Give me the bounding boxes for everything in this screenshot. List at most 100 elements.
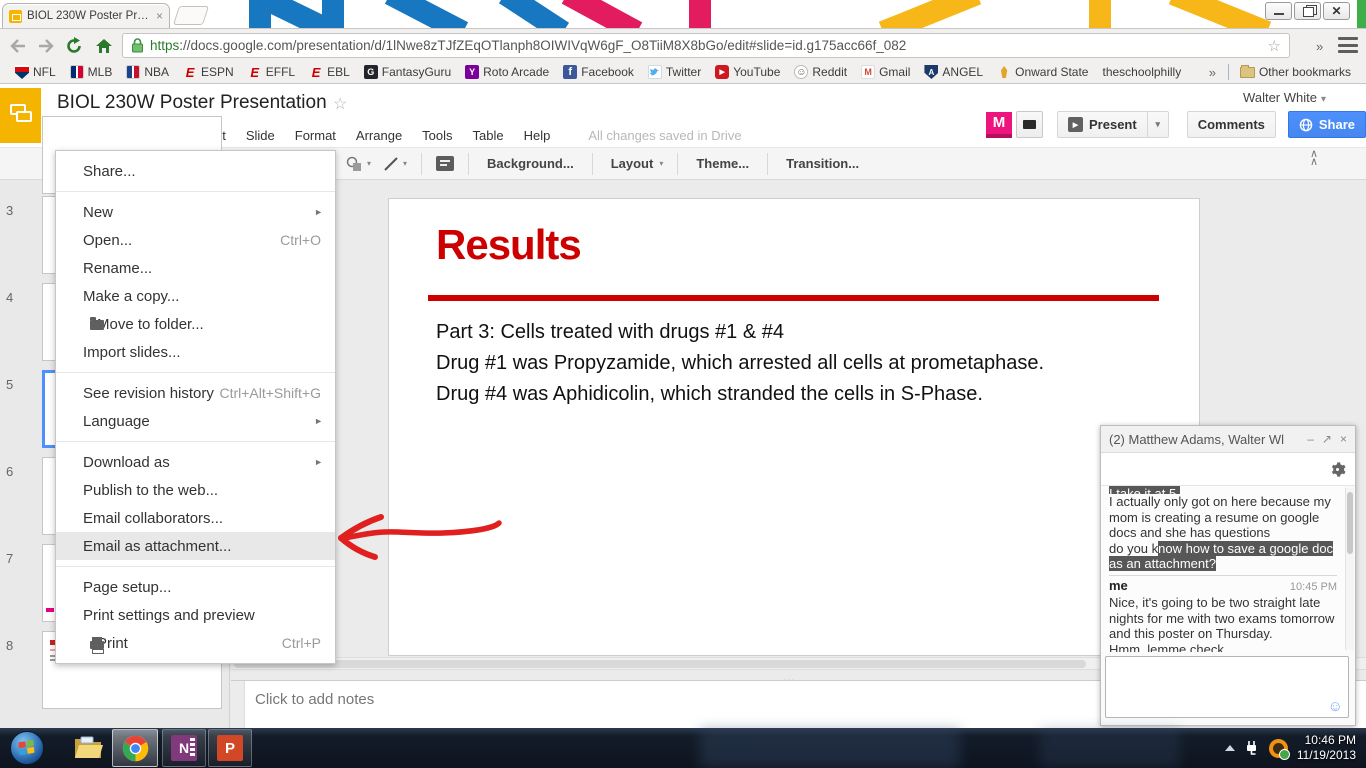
chat-toggle-button[interactable] [1016,111,1043,138]
address-bar[interactable]: https://docs.google.com/presentation/d/1… [122,33,1290,58]
taskbar-explorer-button[interactable] [66,729,110,767]
bookmark-fantasyguru[interactable]: G FantasyGuru [357,65,458,79]
forward-button[interactable] [34,34,58,58]
chat-close-icon[interactable]: × [1340,432,1347,446]
tab-close-icon[interactable]: × [156,9,163,23]
bookmark-twitter[interactable]: Twitter [641,65,708,79]
scrollbar-handle[interactable] [234,660,1086,668]
bookmark-onwardstate[interactable]: Onward State [990,65,1095,79]
star-document-icon[interactable]: ☆ [333,94,347,114]
menu-item-download-as[interactable]: Download as ► [56,448,335,476]
chat-input[interactable]: ☺ [1105,656,1349,718]
menu-slide[interactable]: Slide [236,120,285,150]
layout-button[interactable]: Layout ▾ [601,156,670,171]
bookmark-nfl[interactable]: NFL [8,65,63,79]
menu-tools[interactable]: Tools [412,120,462,150]
background-button[interactable]: Background... [477,156,584,171]
bookmark-effl[interactable]: E EFFL [241,65,302,80]
present-dropdown-button[interactable]: ▾ [1146,111,1169,138]
taskbar-onenote-button[interactable]: N [162,729,206,767]
menu-item-email-as-attachment[interactable]: Email as attachment... [56,532,335,560]
menu-item-make-a-copy[interactable]: Make a copy... [56,282,335,310]
bookmark-angel[interactable]: A ANGEL [917,65,990,79]
theme-button[interactable]: Theme... [686,156,759,171]
bookmark-espn[interactable]: E ESPN [176,65,241,80]
slide-title[interactable]: Results [436,221,582,269]
bookmark-youtube[interactable]: ▶ YouTube [708,65,787,79]
other-bookmarks-button[interactable]: Other bookmarks [1233,64,1358,79]
bookmark-reddit[interactable]: ☺ Reddit [787,65,854,79]
text-box-button[interactable] [430,156,460,171]
collaborator-avatar[interactable]: M [986,111,1012,138]
bookmark-star-icon[interactable]: ☆ [1268,37,1281,55]
bookmark-rotoarcade[interactable]: Y Roto Arcade [458,65,556,79]
back-button[interactable] [6,34,30,58]
reload-button[interactable] [62,34,86,58]
taskbar-powerpoint-button[interactable]: P [208,729,252,767]
account-name[interactable]: Walter White ▾ [1243,90,1326,105]
emoji-smiley-icon[interactable]: ☺ [1328,698,1343,715]
menu-item-share[interactable]: Share... [56,157,335,185]
menu-item-language[interactable]: Language ► [56,407,335,435]
menu-item-new[interactable]: New ► [56,198,335,226]
comments-button[interactable]: Comments [1186,111,1276,138]
chat-scrollbar[interactable] [1345,488,1354,650]
chrome-menu-icon[interactable] [1338,37,1358,53]
menu-format[interactable]: Format [285,120,346,150]
home-button[interactable] [92,34,116,58]
chat-popout-icon[interactable]: ↗ [1322,432,1332,446]
bookmark-facebook[interactable]: f Facebook [556,65,641,79]
present-button[interactable]: ▶ Present [1057,111,1148,138]
bookmarks-overflow-icon[interactable]: » [1201,65,1224,80]
tray-expand-icon[interactable] [1224,745,1235,751]
bookmark-ebl[interactable]: E EBL [302,65,357,80]
slide-body-line[interactable]: Drug #4 was Aphidicolin, which stranded … [436,383,983,406]
menu-item-print-settings[interactable]: Print settings and preview [56,601,335,629]
extensions-overflow-icon[interactable]: » [1316,39,1323,54]
collapse-toolbar-button[interactable]: ∧ ∧ [1310,149,1318,168]
google-slides-logo[interactable] [0,88,41,143]
bookmark-nba[interactable]: NBA [119,65,176,79]
taskbar-clock[interactable]: 10:46 PM 11/19/2013 [1297,733,1360,763]
taskbar-chrome-button[interactable] [112,729,158,767]
chat-settings-gear-icon[interactable] [1329,461,1346,483]
menu-table[interactable]: Table [463,120,514,150]
line-tool-button[interactable]: ▾ [377,156,413,172]
menu-item-rename[interactable]: Rename... [56,254,335,282]
menu-item-publish-to-web[interactable]: Publish to the web... [56,476,335,504]
new-tab-button[interactable] [172,6,210,25]
start-button[interactable] [10,731,44,765]
slide-canvas[interactable]: Results Part 3: Cells treated with drugs… [388,198,1200,656]
chat-minimize-icon[interactable]: – [1307,432,1314,446]
window-minimize-button[interactable] [1265,2,1292,20]
document-title[interactable]: BIOL 230W Poster Presentation [57,92,327,114]
bookmark-mlb[interactable]: MLB [63,65,120,79]
window-close-button[interactable]: ✕ [1323,2,1350,20]
menu-item-print[interactable]: Print Ctrl+P [56,629,335,657]
shape-tool-button[interactable]: ▾ [340,156,377,172]
menu-item-move-to-folder[interactable]: Move to folder... [56,310,335,338]
bookmark-gmail[interactable]: M Gmail [854,65,917,79]
menu-item-page-setup[interactable]: Page setup... [56,573,335,601]
notes-placeholder[interactable]: Click to add notes [255,691,374,708]
menu-arrange[interactable]: Arrange [346,120,412,150]
power-plug-icon[interactable] [1244,740,1260,757]
menu-item-import-slides[interactable]: Import slides... [56,338,335,366]
shape-dropdown-icon[interactable]: ▾ [367,159,371,168]
menu-item-email-collaborators[interactable]: Email collaborators... [56,504,335,532]
explorer-folder-icon [75,736,103,758]
share-button[interactable]: Share [1287,111,1366,138]
menu-item-see-revision-history[interactable]: See revision history Ctrl+Alt+Shift+G [56,379,335,407]
chat-titlebar[interactable]: (2) Matthew Adams, Walter Wl – ↗ × [1101,426,1355,453]
slide-body-line[interactable]: Drug #1 was Propyzamide, which arrested … [436,352,1044,375]
chat-scrollbar-handle[interactable] [1347,492,1353,554]
antivirus-tray-icon[interactable] [1268,738,1290,760]
browser-tab[interactable]: BIOL 230W Poster Present × [2,3,170,28]
menu-item-open[interactable]: Open... Ctrl+O [56,226,335,254]
line-dropdown-icon[interactable]: ▾ [403,159,407,168]
slide-body-line[interactable]: Part 3: Cells treated with drugs #1 & #4 [436,321,784,344]
bookmark-theschoolphilly[interactable]: theschoolphilly [1095,65,1188,79]
menu-help[interactable]: Help [514,120,561,150]
transition-button[interactable]: Transition... [776,156,869,171]
window-restore-button[interactable] [1294,2,1321,20]
